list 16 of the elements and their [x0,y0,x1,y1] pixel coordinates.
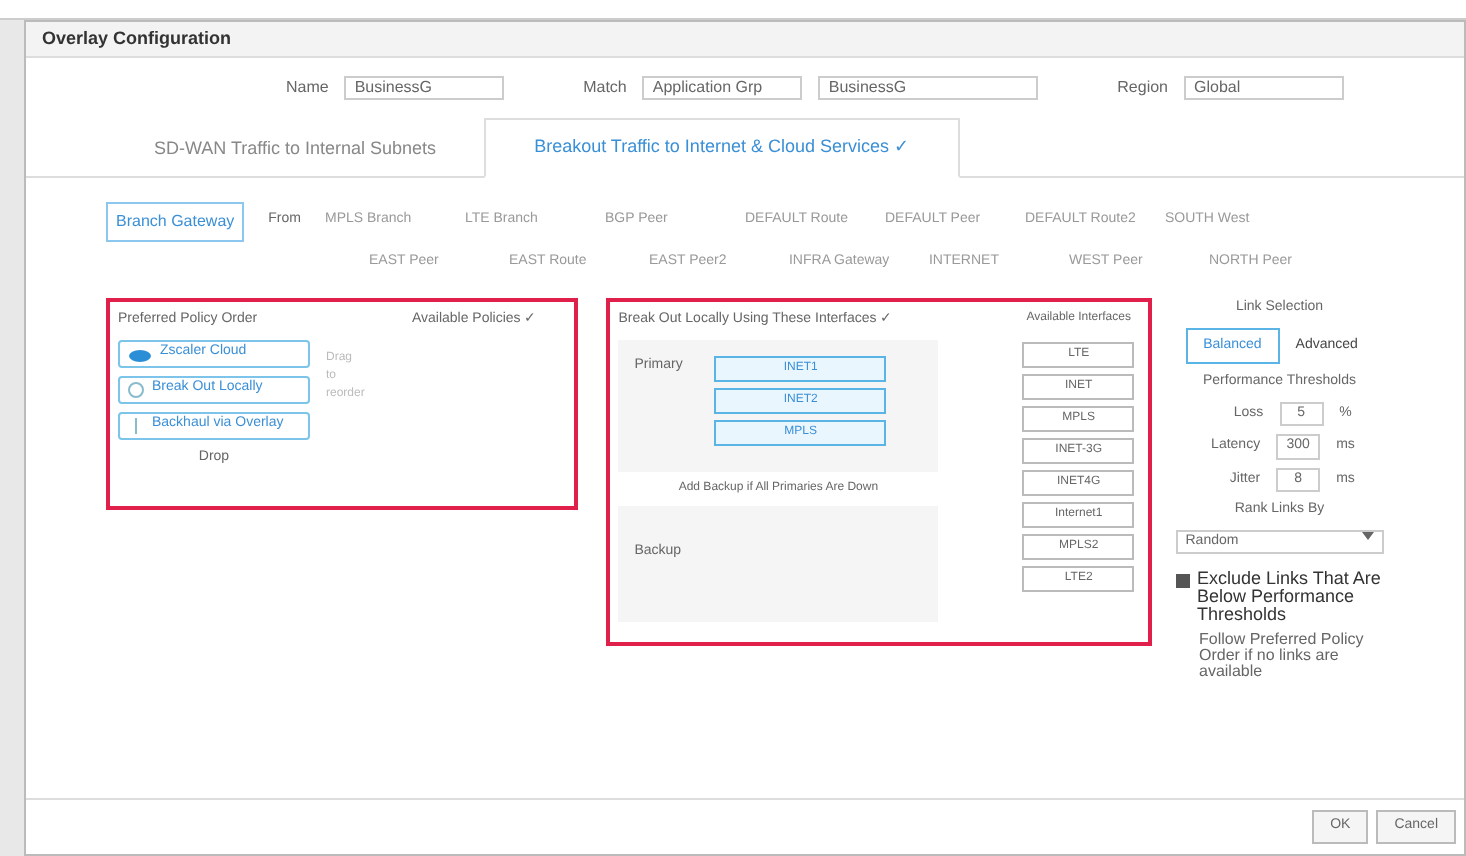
tab[interactable]: SD-WAN Traffic to Internal Subnets [106,124,485,176]
branch-button[interactable]: Branch Gateway [106,202,245,242]
field-label: Name [286,76,329,100]
field-label: Match [583,76,627,100]
tab[interactable]: Breakout Traffic to Internet & Cloud Services ✓ [484,118,960,178]
window-title: Overlay Configuration [42,25,232,52]
checkbox[interactable] [1175,574,1189,588]
hint-text: Follow Preferred Policy Order if no links are available [1199,632,1366,680]
text-field[interactable]: BusinessG [818,76,1039,100]
caret-icon [1361,531,1374,539]
field-label: Region [1117,76,1168,100]
text-field[interactable]: BusinessG [344,76,505,100]
text-field[interactable]: Application Grp [642,76,803,100]
text-field[interactable]: Global [1184,76,1344,100]
checkbox-label: Exclude Links That Are Below Performance Thresholds [1197,570,1383,624]
cloud-icon [128,345,152,361]
